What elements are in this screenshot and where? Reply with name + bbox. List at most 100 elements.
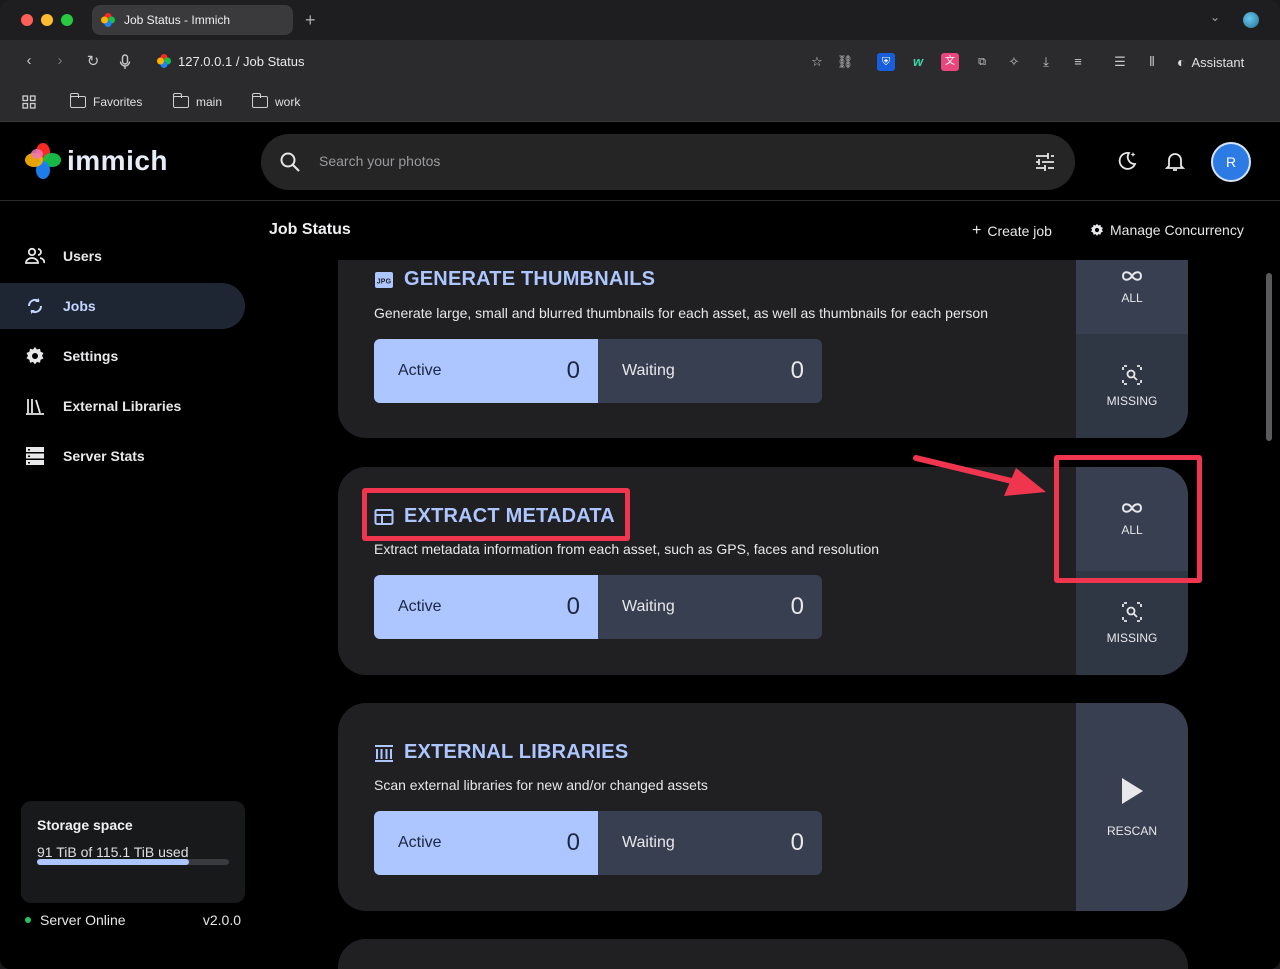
job-stats: Active 0 Waiting 0 bbox=[374, 339, 822, 403]
search-options-icon[interactable] bbox=[1035, 152, 1055, 172]
active-value: 0 bbox=[566, 593, 580, 620]
play-icon bbox=[1122, 778, 1143, 804]
bookmark-folder-main[interactable]: main bbox=[172, 93, 223, 109]
run-missing-label: MISSING bbox=[1106, 631, 1158, 645]
sidebar-item-jobs[interactable]: Jobs bbox=[0, 283, 245, 329]
bookmark-star-icon[interactable]: ☆ bbox=[808, 53, 826, 71]
annotation-highlight-title bbox=[362, 488, 630, 541]
rescan-button[interactable]: RESCAN bbox=[1076, 703, 1188, 911]
online-status-dot bbox=[25, 917, 31, 923]
assistant-label: Assistant bbox=[1191, 54, 1245, 70]
job-card-next bbox=[338, 939, 1188, 969]
job-card-external-libraries: EXTERNAL LIBRARIES Scan external librari… bbox=[338, 703, 1188, 911]
waiting-count: Waiting 0 bbox=[598, 575, 822, 639]
sidebar-item-settings[interactable]: Settings bbox=[0, 333, 245, 379]
reload-icon[interactable]: ↻ bbox=[83, 52, 103, 70]
audio-wave-icon[interactable]: ⦀ bbox=[1143, 53, 1161, 71]
bookmark-folder-favorites[interactable]: Favorites bbox=[69, 93, 143, 109]
back-arrow-icon[interactable]: ‹ bbox=[19, 52, 39, 69]
sidebar-item-label: Users bbox=[63, 248, 102, 264]
bookmark-label: main bbox=[196, 95, 223, 109]
run-missing-button[interactable]: MISSING bbox=[1076, 334, 1188, 438]
search-icon[interactable] bbox=[279, 151, 301, 173]
search-input[interactable]: Search your photos bbox=[319, 153, 440, 169]
sidebar-item-server-stats[interactable]: Server Stats bbox=[0, 433, 245, 479]
run-missing-button[interactable]: MISSING bbox=[1076, 571, 1188, 675]
assistant-icon: ◐ bbox=[1177, 54, 1186, 70]
server-icon bbox=[25, 446, 45, 466]
search-bar[interactable]: Search your photos bbox=[261, 134, 1075, 190]
browser-window: Job Status - Immich + ⌄ ‹ › ↻ 127.0.0.1 … bbox=[0, 0, 1280, 969]
immich-logo-icon bbox=[25, 143, 61, 179]
annotation-highlight-all-button bbox=[1054, 455, 1202, 583]
title-bar: Job Status - Immich + ⌄ bbox=[0, 0, 1280, 40]
browser-tab[interactable]: Job Status - Immich bbox=[92, 5, 293, 35]
download-icon[interactable]: ⤓ bbox=[1037, 53, 1055, 71]
tab-list-chevron-icon[interactable]: ⌄ bbox=[1210, 10, 1220, 24]
sidebar-item-users[interactable]: Users bbox=[0, 233, 245, 279]
job-description: Generate large, small and blurred thumbn… bbox=[374, 305, 988, 321]
microphone-icon[interactable] bbox=[119, 54, 131, 70]
run-all-label: ALL bbox=[1121, 291, 1143, 305]
sidebar-item-label: Jobs bbox=[63, 298, 96, 314]
sidebar-item-external-libraries[interactable]: External Libraries bbox=[0, 383, 245, 429]
manage-concurrency-button[interactable]: Manage Concurrency bbox=[1090, 222, 1244, 238]
assistant-button[interactable]: ◐ Assistant bbox=[1177, 54, 1244, 70]
notifications-bell-icon[interactable] bbox=[1164, 150, 1186, 172]
run-all-button[interactable]: ALL bbox=[1076, 260, 1188, 334]
sidebar-menu-icon[interactable]: ☰ bbox=[1111, 53, 1129, 71]
immich-logo[interactable]: immich bbox=[25, 143, 168, 179]
extension-box-icon[interactable]: ⧉ bbox=[973, 53, 991, 71]
extensions-puzzle-icon[interactable]: ✧ bbox=[1005, 53, 1023, 71]
storage-panel: Storage space 91 TiB of 115.1 TiB used bbox=[21, 801, 245, 903]
job-description: Extract metadata information from each a… bbox=[374, 541, 880, 557]
bookmark-label: Favorites bbox=[93, 95, 143, 109]
server-version[interactable]: v2.0.0 bbox=[203, 912, 241, 928]
user-avatar[interactable]: R bbox=[1211, 142, 1251, 182]
close-window-button[interactable] bbox=[21, 14, 33, 26]
browser-profile-icon[interactable] bbox=[1243, 12, 1259, 28]
library-icon bbox=[25, 396, 45, 416]
svg-text:JPG: JPG bbox=[377, 278, 392, 285]
sync-icon bbox=[25, 296, 45, 316]
translate-extension-icon[interactable]: 文 bbox=[941, 53, 959, 71]
bookmark-label: work bbox=[275, 95, 301, 109]
job-title: JPG GENERATE THUMBNAILS bbox=[374, 268, 655, 291]
bitwarden-extension-icon[interactable]: ⛨ bbox=[877, 53, 895, 71]
new-tab-button[interactable]: + bbox=[305, 9, 316, 31]
content-scrollbar[interactable] bbox=[1266, 273, 1272, 441]
url-field[interactable]: 127.0.0.1 / Job Status bbox=[156, 53, 304, 69]
infinity-icon bbox=[1121, 271, 1143, 281]
storage-progress-bar bbox=[37, 859, 229, 865]
active-count: Active 0 bbox=[374, 575, 598, 639]
reading-list-icon[interactable]: ≡ bbox=[1069, 53, 1087, 71]
minimize-window-button[interactable] bbox=[41, 14, 53, 26]
maximize-window-button[interactable] bbox=[61, 14, 73, 26]
sidebar-item-label: Settings bbox=[63, 348, 119, 364]
apps-grid-icon[interactable] bbox=[22, 95, 36, 109]
waiting-value: 0 bbox=[790, 593, 804, 620]
waiting-count: Waiting 0 bbox=[598, 339, 822, 403]
job-stats: Active 0 Waiting 0 bbox=[374, 811, 822, 875]
job-actions: RESCAN bbox=[1076, 703, 1188, 911]
create-job-button[interactable]: + Create job bbox=[972, 222, 1052, 240]
forward-arrow-icon[interactable]: › bbox=[50, 52, 70, 69]
annotation-arrow-icon bbox=[913, 455, 1046, 496]
url-text: 127.0.0.1 / Job Status bbox=[178, 53, 305, 69]
waiting-label: Waiting bbox=[622, 598, 675, 615]
extension-w-icon[interactable]: w bbox=[909, 53, 927, 71]
theme-toggle-moon-icon[interactable] bbox=[1116, 150, 1138, 172]
active-count: Active 0 bbox=[374, 811, 598, 875]
gear-icon bbox=[25, 346, 45, 366]
bookmarks-bar: Favorites main work bbox=[0, 84, 1280, 122]
job-card-generate-thumbnails: JPG GENERATE THUMBNAILS Generate large, … bbox=[338, 260, 1188, 438]
manage-concurrency-label: Manage Concurrency bbox=[1110, 222, 1244, 238]
active-label: Active bbox=[398, 598, 442, 615]
waiting-label: Waiting bbox=[622, 362, 675, 379]
link-icon[interactable]: ⛓ bbox=[836, 53, 854, 71]
jpg-file-icon: JPG bbox=[375, 271, 393, 288]
folder-icon bbox=[172, 93, 189, 108]
bookmark-folder-work[interactable]: work bbox=[251, 93, 301, 109]
active-count: Active 0 bbox=[374, 339, 598, 403]
waiting-value: 0 bbox=[790, 829, 804, 856]
